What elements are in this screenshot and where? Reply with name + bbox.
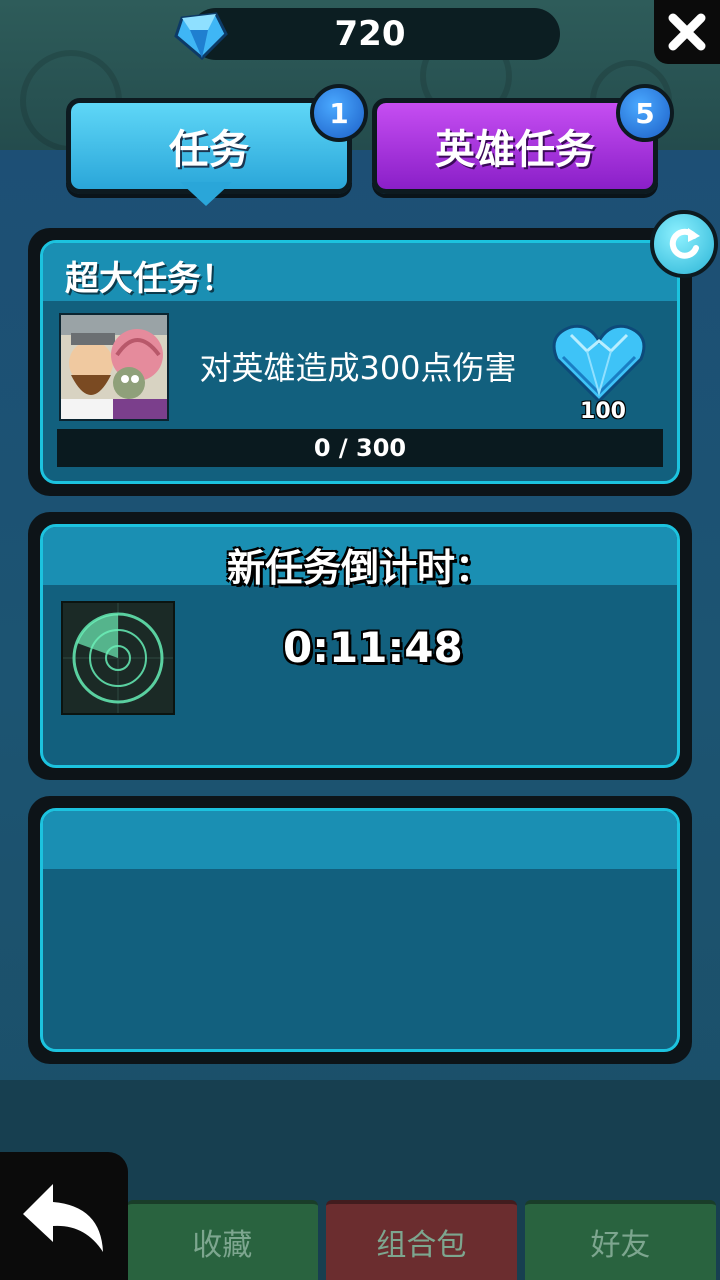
tab-hero-quests-badge: 5 bbox=[616, 84, 674, 142]
timer-panel-inner: 新任务倒计时： 0:11:48 bbox=[40, 524, 680, 768]
timer-title: 新任务倒计时： bbox=[226, 546, 493, 590]
quest-progress-bar: 0 / 300 bbox=[57, 429, 663, 467]
bottom-tab-label: 好友 bbox=[590, 1228, 651, 1263]
progress-text: 0 / 300 bbox=[313, 434, 407, 462]
gem-count: 720 bbox=[334, 14, 406, 54]
active-tab-pointer bbox=[180, 182, 232, 206]
close-x-icon bbox=[668, 13, 706, 51]
reward-amount: 100 bbox=[580, 399, 626, 424]
refresh-icon bbox=[669, 228, 700, 259]
empty-quest-slot-panel bbox=[28, 796, 692, 1064]
mega-quest-panel: 超大任务！ 对英雄造成300点伤害 100 0 / 300 bbox=[28, 228, 692, 496]
empty-panel-inner bbox=[40, 808, 680, 1052]
tab-label: 任务 bbox=[169, 127, 249, 173]
tab-quests-badge: 1 bbox=[310, 84, 368, 142]
bottom-tab-label: 组合包 bbox=[376, 1228, 467, 1263]
gem-heart-icon bbox=[551, 321, 647, 404]
new-quest-timer-panel: 新任务倒计时： 0:11:48 bbox=[28, 512, 692, 780]
mega-quest-title: 超大任务！ bbox=[65, 259, 235, 299]
radar-icon bbox=[61, 601, 175, 715]
back-button[interactable] bbox=[0, 1152, 128, 1280]
close-button[interactable] bbox=[654, 0, 720, 64]
bottom-tab-collection: 收藏 bbox=[126, 1200, 318, 1280]
quest-description: 对英雄造成300点伤害 bbox=[199, 349, 517, 387]
blue-gem-icon bbox=[172, 10, 230, 61]
panel-header bbox=[43, 811, 677, 869]
quest-character-art bbox=[59, 313, 169, 421]
tab-label: 英雄任务 bbox=[435, 127, 595, 173]
mega-quest-panel-inner: 超大任务！ 对英雄造成300点伤害 100 0 / 300 bbox=[40, 240, 680, 484]
bottom-tab-friends: 好友 bbox=[524, 1200, 716, 1280]
back-arrow-icon bbox=[23, 1184, 103, 1252]
refresh-button[interactable] bbox=[650, 210, 718, 278]
bottom-tab-label: 收藏 bbox=[192, 1228, 253, 1263]
bottom-tab-bundles: 组合包 bbox=[325, 1200, 517, 1280]
countdown-time: 0:11:48 bbox=[283, 623, 463, 672]
